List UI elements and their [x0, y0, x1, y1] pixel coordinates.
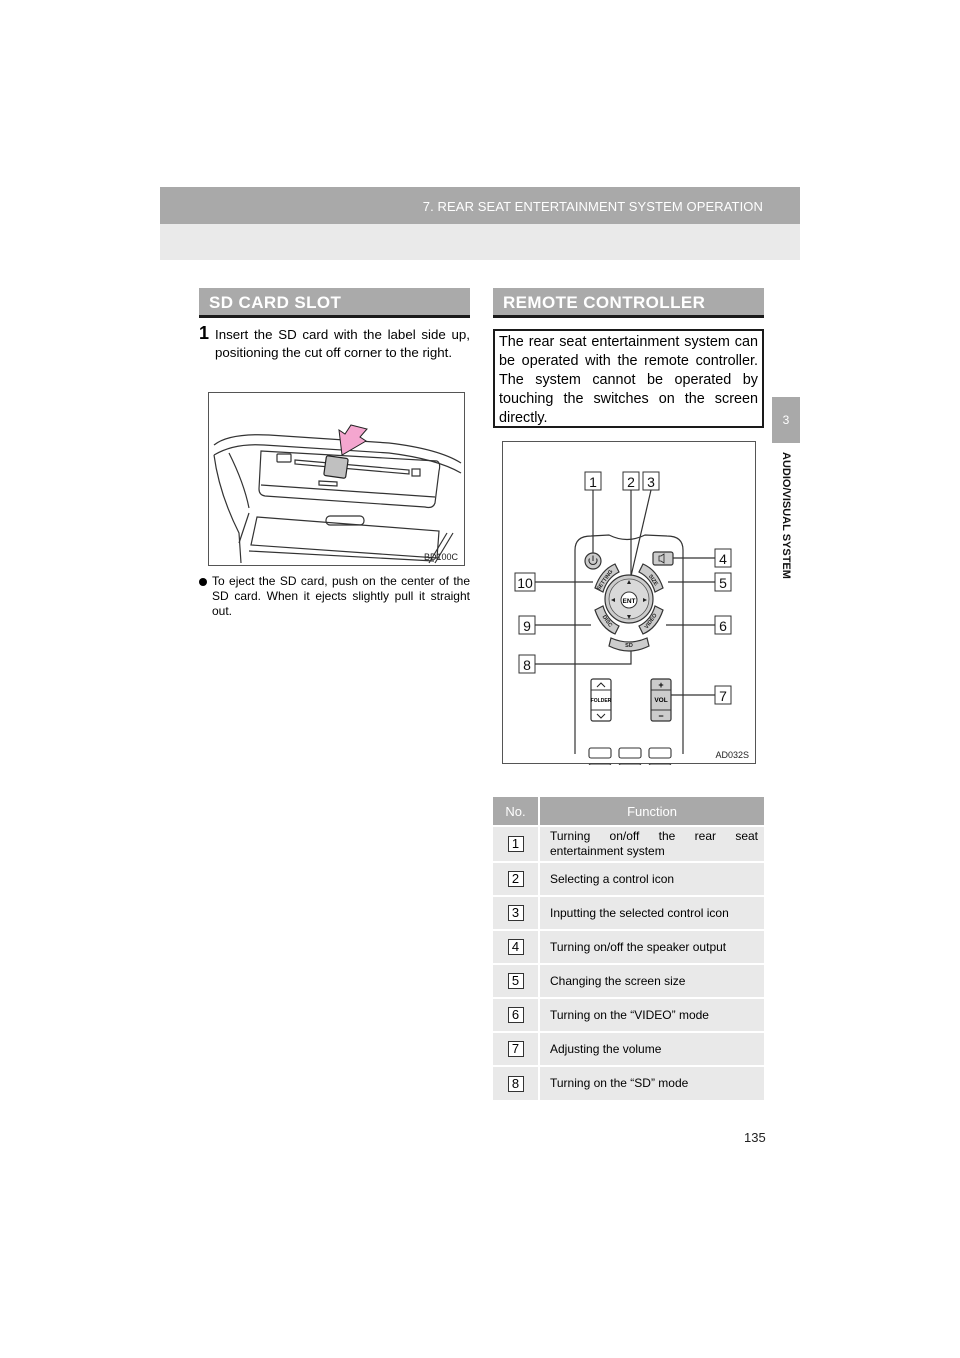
power-button-illustration: [584, 552, 602, 570]
step-text: Insert the SD card with the label side u…: [215, 327, 470, 360]
callout-9: 9: [518, 615, 536, 635]
previous-track-button-illustration: [588, 763, 612, 765]
stop-button-illustration: [618, 763, 642, 765]
row-number: 5: [507, 973, 524, 989]
svg-text:4: 4: [719, 551, 727, 567]
svg-text:1: 1: [589, 474, 597, 490]
column-header-no: No.: [493, 797, 540, 826]
table-row: 6 Turning on the “VIDEO” mode: [493, 997, 764, 1032]
callout-8: 8: [518, 654, 536, 674]
row-number: 6: [507, 1007, 524, 1023]
row-number: 4: [507, 939, 524, 955]
row-number: 7: [507, 1041, 524, 1057]
table-row: 2 Selecting a control icon: [493, 861, 764, 896]
vol-plus-label: +: [658, 680, 663, 690]
row-function: Turning on/off the speaker output: [539, 929, 764, 964]
table-row: 4 Turning on/off the speaker output: [493, 929, 764, 964]
svg-text:2: 2: [627, 474, 635, 490]
eject-text: To eject the SD card, push on the center…: [212, 574, 470, 618]
table-row: 1 Turning on/off the rear seat entertain…: [493, 825, 764, 862]
row-function: Inputting the selected control icon: [539, 895, 764, 930]
row-number: 8: [507, 1075, 524, 1092]
svg-text:10: 10: [517, 575, 533, 591]
play-pause-button-illustration: [618, 747, 642, 759]
row-function: Selecting a control icon: [539, 861, 764, 896]
row-number: 2: [507, 871, 524, 887]
svg-text:3: 3: [647, 474, 655, 490]
svg-text:8: 8: [523, 657, 531, 673]
bullet-icon: [199, 578, 207, 586]
section-tab-number: 3: [772, 397, 800, 443]
speaker-button-illustration: [652, 551, 674, 566]
table-row: 5 Changing the screen size: [493, 963, 764, 998]
svg-text:7: 7: [719, 688, 727, 704]
row-function: Turning on the “VIDEO” mode: [539, 997, 764, 1032]
remote-controller-heading: REMOTE CONTROLLER: [493, 288, 764, 318]
row-function: Turning on the “SD” mode: [539, 1065, 764, 1100]
sd-card-icon: [323, 455, 349, 479]
chapter-header: 7. REAR SEAT ENTERTAINMENT SYSTEM OPERAT…: [160, 187, 800, 224]
enter-button-label: ENT: [623, 598, 636, 605]
row-number: 3: [507, 905, 524, 921]
callout-1: 1: [584, 471, 602, 491]
remote-controller-figure: ENT SETTING SIZE DISC VIDEO SD FOLDER + …: [502, 441, 756, 765]
row-number: 1: [507, 836, 524, 852]
remote-note-box: The rear seat entertainment system can b…: [493, 329, 764, 428]
eject-instruction: To eject the SD card, push on the center…: [199, 574, 470, 619]
sd-card-slot-figure: BD100C: [208, 392, 465, 566]
svg-text:6: 6: [719, 618, 727, 634]
chapter-title: 7. REAR SEAT ENTERTAINMENT SYSTEM OPERAT…: [422, 199, 763, 214]
figure-code: BD100C: [423, 552, 458, 562]
step-number: 1: [199, 323, 210, 343]
row-function: Changing the screen size: [539, 963, 764, 998]
svg-text:9: 9: [523, 618, 531, 634]
row-function: Turning on/off the rear seat entertainme…: [539, 825, 764, 862]
row-function: Adjusting the volume: [539, 1031, 764, 1066]
sd-card-slot-heading: SD CARD SLOT: [199, 288, 470, 318]
column-header-function: Function: [539, 797, 764, 826]
folder-label: FOLDER: [591, 698, 612, 704]
rewind-button-illustration: [588, 747, 612, 759]
callout-5: 5: [714, 572, 732, 592]
table-row: 8 Turning on the “SD” mode: [493, 1065, 764, 1100]
callout-7: 7: [714, 685, 732, 705]
callout-3: 3: [642, 471, 660, 491]
callout-10: 10: [514, 572, 536, 592]
table-header-row: No. Function: [493, 797, 764, 826]
header-band: [160, 224, 800, 260]
page-number: 135: [744, 1130, 766, 1145]
vol-minus-label: −: [658, 711, 663, 721]
vol-label: VOL: [654, 697, 667, 704]
fast-forward-button-illustration: [648, 747, 672, 759]
table-row: 3 Inputting the selected control icon: [493, 895, 764, 930]
next-track-button-illustration: [648, 763, 672, 765]
step-1: 1 Insert the SD card with the label side…: [199, 323, 470, 362]
table-row: 7 Adjusting the volume: [493, 1031, 764, 1066]
remote-illustration: ENT SETTING SIZE DISC VIDEO SD FOLDER + …: [514, 471, 732, 765]
function-table: No. Function 1 Turning on/off the rear s…: [493, 797, 764, 1100]
callout-4: 4: [714, 548, 732, 568]
section-tab-label: AUDIO/VISUAL SYSTEM: [766, 452, 806, 612]
svg-text:5: 5: [719, 575, 727, 591]
sd-label: SD: [625, 643, 633, 649]
callout-2: 2: [622, 471, 640, 491]
sd-slot-illustration: [213, 424, 462, 564]
figure-code: AD032S: [715, 750, 749, 760]
callout-6: 6: [714, 615, 732, 635]
section-tab-text: AUDIO/VISUAL SYSTEM: [780, 452, 792, 579]
